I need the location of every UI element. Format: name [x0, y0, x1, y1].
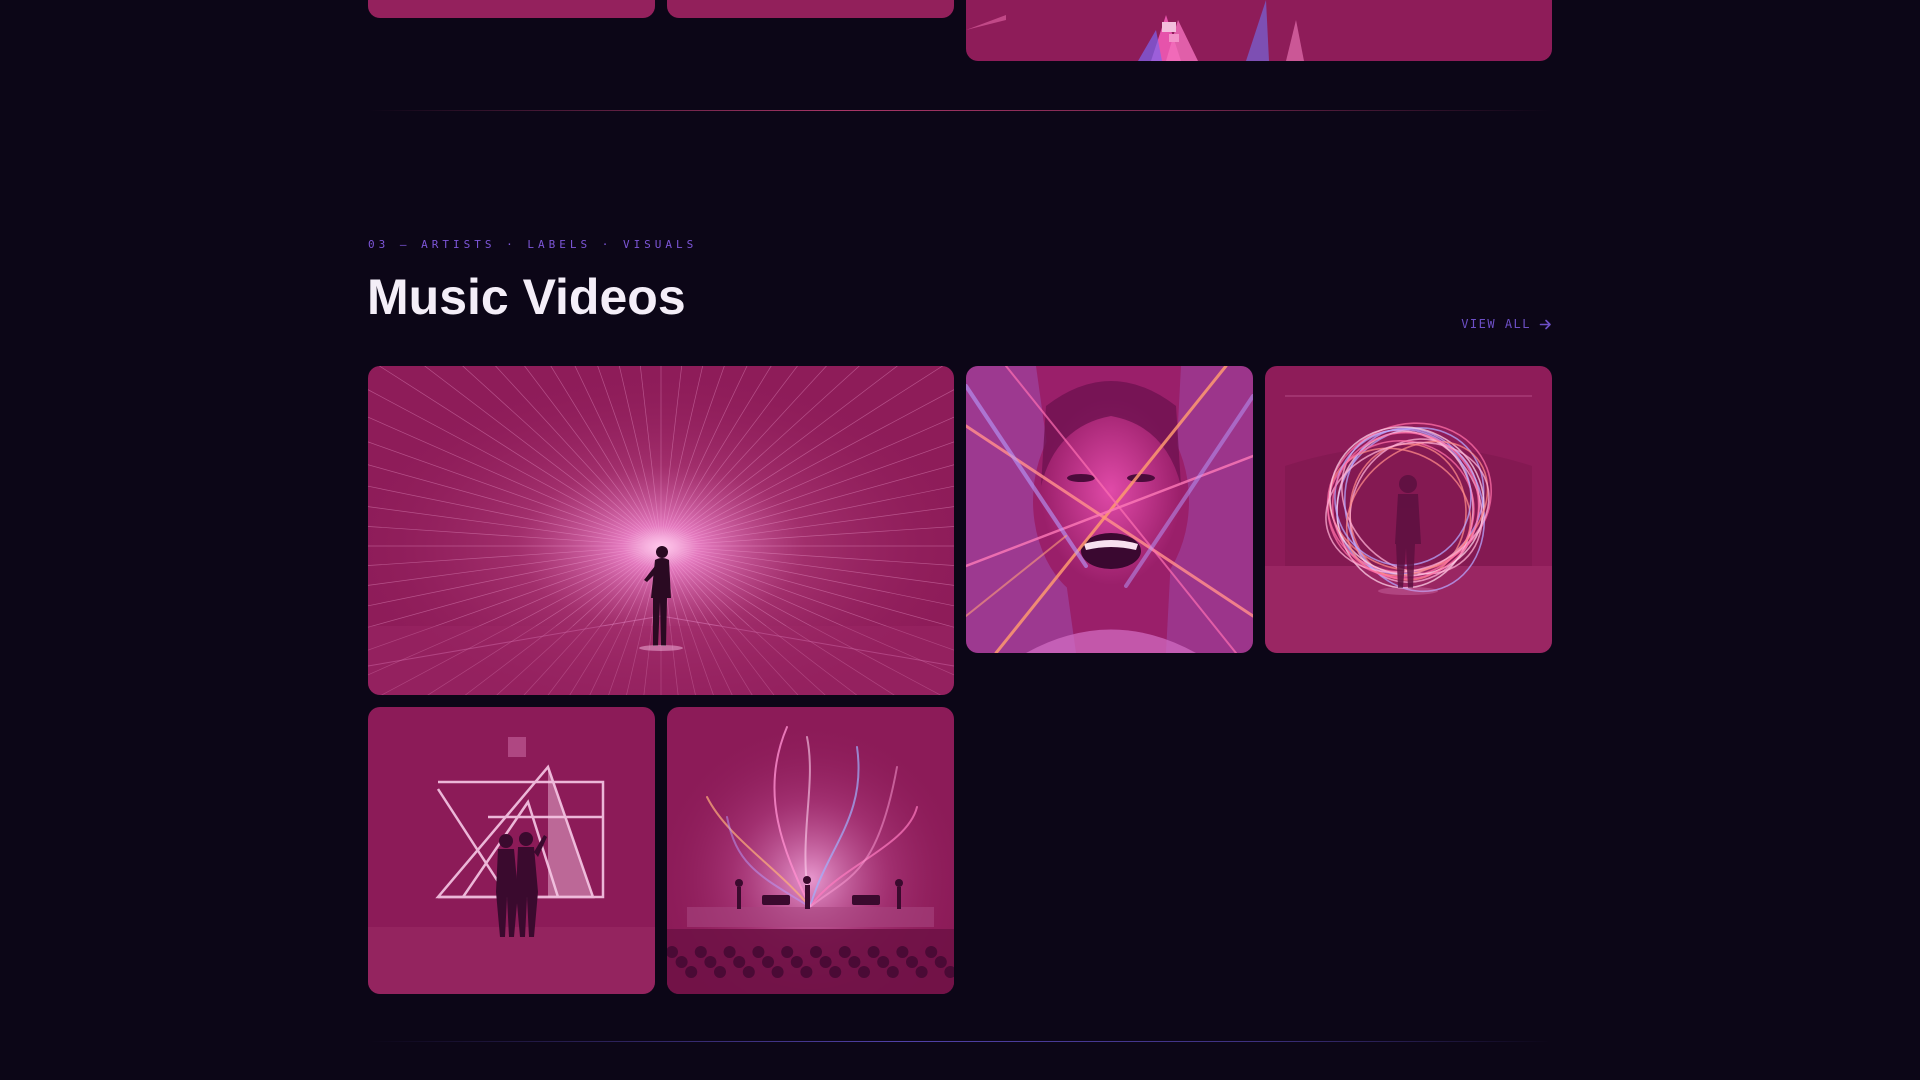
section-divider [368, 1041, 1552, 1042]
page: 03 — ARTISTS · LABELS · VISUALS Music Vi… [0, 0, 1920, 1080]
thumbnail-image [368, 707, 655, 994]
previous-video-thumbnail[interactable] [966, 0, 1552, 61]
video-thumbnail[interactable] [1265, 366, 1552, 653]
video-thumbnail[interactable] [368, 707, 655, 994]
section-divider [368, 110, 1552, 111]
section-eyebrow: 03 — ARTISTS · LABELS · VISUALS [368, 238, 698, 251]
thumbnail-image [966, 0, 1552, 61]
section-title: Music Videos [367, 269, 686, 325]
thumbnail-image [1265, 366, 1552, 653]
video-thumbnail[interactable] [368, 366, 954, 695]
thumbnail-image [667, 0, 954, 18]
view-all-link[interactable]: VIEW ALL [1461, 317, 1552, 331]
thumbnail-image [368, 366, 954, 695]
previous-video-thumbnail[interactable] [667, 0, 954, 18]
arrow-right-icon [1539, 318, 1552, 331]
thumbnail-image [667, 707, 954, 994]
thumbnail-image [966, 366, 1253, 653]
thumbnail-image [368, 0, 655, 18]
previous-video-thumbnail[interactable] [368, 0, 655, 18]
video-thumbnail[interactable] [966, 366, 1253, 653]
view-all-label: VIEW ALL [1461, 317, 1531, 331]
video-thumbnail[interactable] [667, 707, 954, 994]
